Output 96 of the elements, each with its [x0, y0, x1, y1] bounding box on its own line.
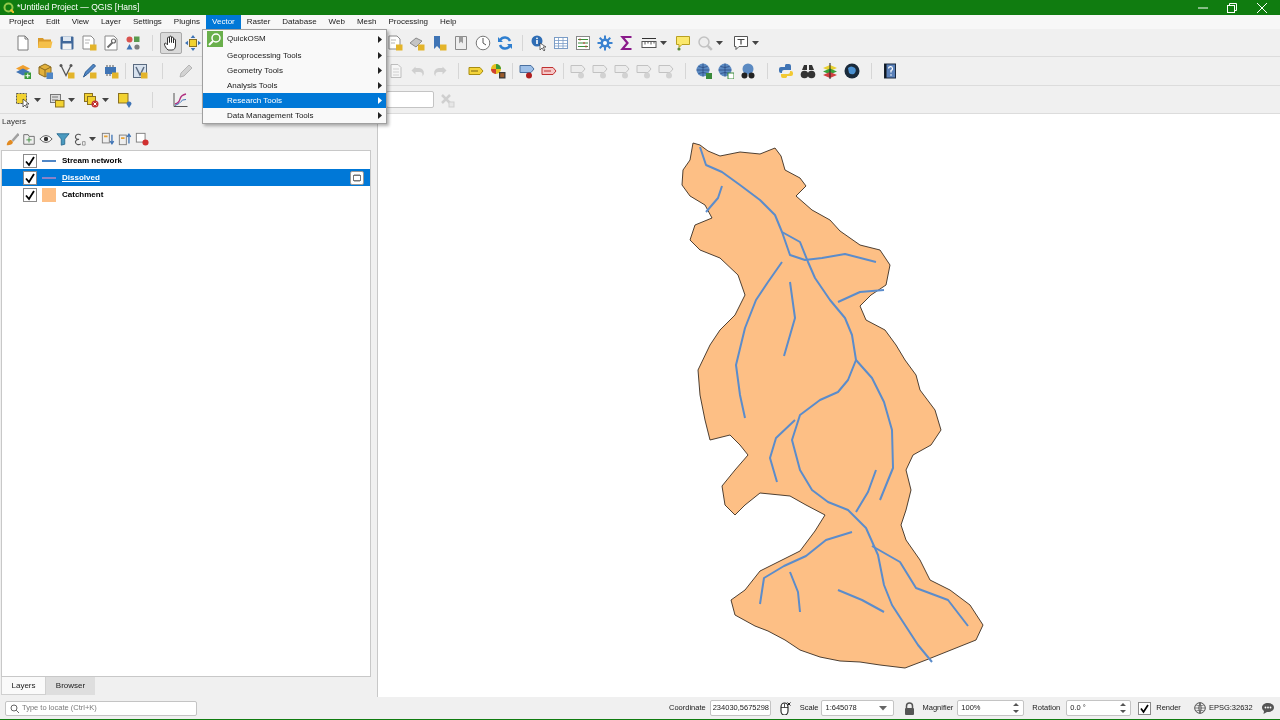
panel-title: Layers [2, 116, 26, 128]
dock-tab[interactable]: Browser [46, 677, 95, 695]
select-rectangle-icon[interactable] [15, 91, 31, 108]
spin-arrows-icon[interactable] [1012, 702, 1021, 714]
page-wrench-icon[interactable] [103, 34, 119, 51]
menu-item[interactable]: Research Tools [203, 93, 386, 108]
checkbox[interactable] [1138, 701, 1152, 715]
checkbox[interactable] [23, 153, 37, 168]
bookmark-icon[interactable] [453, 34, 469, 51]
lock-icon[interactable] [904, 701, 916, 715]
menu-item[interactable]: Help [434, 15, 463, 29]
help-book-icon[interactable] [882, 63, 898, 79]
deselect-icon[interactable] [83, 91, 99, 108]
binoculars-icon[interactable] [800, 63, 816, 79]
caret-icon[interactable] [89, 137, 96, 141]
caret-icon[interactable] [102, 97, 109, 102]
chip-icon[interactable] [103, 63, 119, 79]
menu-item[interactable]: Layer [94, 15, 127, 29]
layer-name: Stream network [62, 154, 123, 167]
expand-icon[interactable] [100, 132, 115, 146]
stacked-layers-icon[interactable] [822, 63, 838, 79]
menu-item[interactable]: Processing [382, 15, 435, 29]
layers-plus-icon[interactable] [15, 63, 31, 79]
close-icon[interactable] [1257, 2, 1267, 13]
menu-item[interactable]: Project [3, 15, 40, 29]
sigma-icon[interactable] [619, 34, 635, 51]
save-icon[interactable] [59, 34, 75, 51]
layer-name: Dissolved [62, 171, 100, 184]
new-file-icon[interactable] [15, 34, 31, 51]
menu-item[interactable]: Raster [240, 15, 277, 29]
expression-icon[interactable] [72, 132, 86, 146]
message-bubble-icon[interactable] [1261, 701, 1275, 715]
field-table-icon[interactable] [575, 34, 591, 51]
globe-binoculars-icon[interactable] [740, 63, 756, 79]
label-pin-icon[interactable] [519, 63, 535, 79]
gear-icon[interactable] [597, 34, 613, 51]
refresh-icon[interactable] [497, 34, 513, 51]
table-icon[interactable] [553, 34, 569, 51]
dock-tab[interactable]: Layers [1, 677, 46, 695]
chip-indicator-icon[interactable] [350, 170, 364, 185]
globe-icon[interactable] [718, 63, 734, 79]
profile-chart-icon[interactable] [172, 91, 188, 108]
menu-item[interactable]: Analysis Tools [203, 78, 386, 93]
bookmark-badge-icon[interactable] [431, 34, 447, 51]
caret-icon[interactable] [660, 40, 667, 45]
menu-item[interactable]: Settings [126, 15, 168, 29]
color-blocks-icon[interactable] [490, 63, 506, 79]
square-arrows-icon[interactable] [185, 34, 201, 51]
caret-icon[interactable] [68, 97, 75, 102]
layer-row[interactable]: Stream network [2, 152, 370, 169]
menu-item[interactable]: View [65, 15, 95, 29]
clock-icon[interactable] [475, 34, 491, 51]
select-pin-icon[interactable] [117, 91, 133, 108]
menu-item[interactable]: Vector [206, 15, 241, 29]
spin-arrows-icon[interactable] [1119, 702, 1128, 714]
menu-item[interactable]: Web [322, 15, 351, 29]
menu-item[interactable]: Plugins [167, 15, 207, 29]
mouse-cross-icon[interactable] [777, 701, 791, 715]
select-form-icon[interactable] [49, 91, 65, 108]
menu-item[interactable]: Mesh [350, 15, 383, 29]
layer-name: Catchment [62, 188, 104, 201]
snakes-logo-icon[interactable] [778, 63, 794, 79]
vertex-line-icon[interactable] [59, 63, 75, 79]
page-badge-icon[interactable] [387, 34, 403, 51]
dark-globe-icon[interactable] [844, 63, 860, 79]
restore-icon[interactable] [1227, 2, 1237, 13]
checkbox[interactable] [23, 187, 37, 202]
menu-item[interactable]: Database [276, 15, 323, 29]
globe-icon[interactable] [1193, 702, 1206, 714]
layer-row[interactable]: Catchment [2, 186, 370, 203]
filter-icon[interactable] [55, 132, 70, 146]
info-cursor-icon[interactable] [531, 34, 547, 51]
cube-badge-icon[interactable] [37, 63, 53, 79]
logo-icon [3, 2, 14, 13]
colored-shapes-icon[interactable] [125, 34, 141, 51]
caret-icon[interactable] [879, 705, 888, 711]
caret-icon[interactable] [752, 40, 759, 45]
menu-item[interactable]: Geoprocessing Tools [203, 48, 386, 63]
globe-icon[interactable] [696, 63, 712, 79]
caret-icon[interactable] [716, 40, 723, 45]
pen-icon[interactable] [81, 63, 97, 79]
caret-icon[interactable] [34, 97, 41, 102]
text-balloon-icon[interactable] [733, 34, 749, 51]
search-icon[interactable] [10, 703, 19, 713]
layer-row[interactable]: Dissolved [2, 169, 370, 186]
framed-v-icon[interactable] [132, 63, 148, 79]
menu-item[interactable]: Geometry Tools [203, 63, 386, 78]
checkbox[interactable] [23, 170, 37, 185]
window-title: *Untitled Project — QGIS [Hans] [17, 1, 140, 14]
eye-icon[interactable] [38, 132, 53, 146]
menu-item[interactable]: Data Management Tools [203, 108, 386, 123]
menu-item[interactable]: Edit [39, 15, 66, 29]
collapse-icon[interactable] [117, 132, 132, 146]
remove-layer-icon[interactable] [134, 132, 149, 146]
menu-item[interactable]: QuickOSM [203, 30, 386, 48]
toolbar-input-field[interactable] [386, 91, 434, 108]
